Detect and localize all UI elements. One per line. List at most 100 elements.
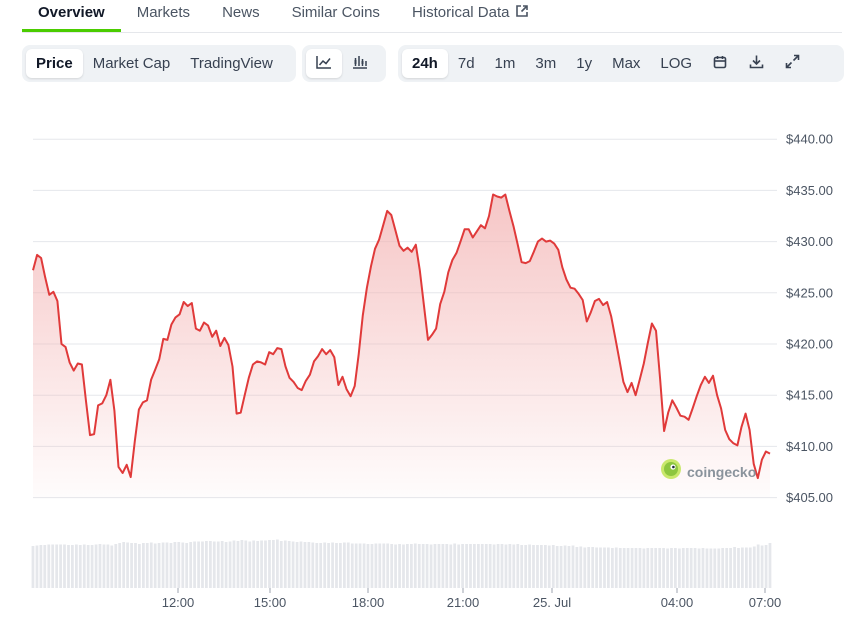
volume-bar [272, 540, 275, 588]
volume-bar [319, 543, 323, 588]
volume-bar [540, 545, 543, 588]
y-tick-label: $435.00 [786, 183, 833, 198]
volume-bar [697, 548, 701, 588]
volume-bar [555, 546, 559, 588]
price-area [33, 194, 770, 498]
volume-bar [212, 541, 216, 588]
volume-bar [366, 544, 370, 588]
y-tick-label: $405.00 [786, 490, 833, 505]
volume-bar [71, 545, 74, 588]
volume-bar [130, 543, 133, 588]
volume-bar [689, 548, 693, 588]
volume-bar [413, 543, 417, 588]
volume-bar [421, 544, 425, 588]
volume-bar [741, 547, 744, 588]
volume-bar [425, 544, 429, 588]
volume-bar [398, 544, 401, 588]
volume-bar [47, 544, 51, 588]
volume-bar [86, 545, 90, 588]
volume-bar [185, 543, 189, 588]
x-tick-label: 15:00 [254, 595, 287, 610]
volume-bar [642, 548, 646, 588]
volume-bar [350, 543, 354, 588]
volume-bar [445, 544, 449, 588]
volume-bar [417, 544, 421, 588]
volume-bar [386, 543, 390, 588]
volume-bar [244, 540, 248, 588]
volume-bar [725, 548, 729, 588]
volume-bar [303, 542, 307, 588]
volume-bar [587, 547, 591, 588]
volume-bar [536, 545, 539, 588]
volume-bar [343, 542, 346, 588]
volume-bar [437, 544, 441, 588]
volume-bar [748, 547, 752, 588]
volume-bar [457, 544, 461, 588]
volume-bar [189, 542, 193, 588]
volume-bar [713, 548, 717, 588]
volume-bar [544, 545, 547, 588]
volume-bar [209, 541, 212, 588]
volume-bar [181, 542, 185, 588]
volume-bar [169, 543, 173, 588]
volume-bar [78, 545, 82, 588]
x-axis: 12:00 15:00 18:00 21:00 25. Jul 04:00 07:00 [162, 588, 781, 610]
volume-bar [678, 548, 681, 588]
volume-bar [82, 544, 86, 588]
volume-bar [311, 542, 315, 588]
volume-bar [524, 545, 528, 588]
volume-bar [327, 543, 330, 588]
volume-bar [626, 548, 630, 588]
volume-bar [55, 544, 59, 588]
volume-bar [236, 541, 240, 588]
volume-bar [693, 548, 697, 588]
x-tick-label: 21:00 [447, 595, 480, 610]
volume-bar [484, 544, 488, 588]
x-tick-label: 18:00 [352, 595, 385, 610]
volume-bar [260, 540, 263, 588]
volume-bar [752, 546, 756, 588]
volume-bar [622, 548, 626, 588]
volume-bar [658, 548, 662, 588]
volume-bar [571, 545, 575, 588]
volume-bar [614, 547, 618, 588]
volume-bar [370, 544, 374, 588]
volume-bar [110, 545, 114, 588]
volume-bar [358, 543, 362, 588]
y-tick-label: $410.00 [786, 439, 833, 454]
volume-bar [500, 544, 504, 588]
volume-bar [106, 544, 110, 588]
volume-bar [295, 542, 299, 588]
volume-bar [477, 544, 480, 588]
y-tick-label: $415.00 [786, 388, 833, 403]
volume-bar [94, 544, 98, 588]
volume-bar [449, 544, 453, 588]
volume-bar [362, 543, 366, 588]
volume-bar [75, 544, 78, 588]
volume-bar [764, 545, 768, 588]
volume-bar [768, 543, 772, 588]
volume-bar [224, 542, 228, 588]
volume-bar [756, 544, 760, 588]
volume-bar [220, 541, 224, 588]
volume-bar [256, 541, 260, 588]
volume-bar [709, 548, 713, 588]
volume-bar [583, 547, 587, 588]
volume-bar [410, 544, 413, 588]
volume-bar [721, 548, 725, 588]
volume-bar [654, 548, 658, 588]
volume-bar [126, 542, 129, 588]
volume-bar [429, 544, 433, 588]
gecko-logo-icon [660, 458, 682, 485]
y-tick-label: $425.00 [786, 285, 833, 300]
volume-bar [291, 541, 295, 588]
volume-bar [193, 541, 196, 588]
volume-bar [717, 548, 721, 588]
volume-bar [729, 548, 732, 588]
volume-bar [634, 548, 638, 588]
volume-bar [516, 544, 520, 588]
volume-bar [63, 544, 66, 588]
volume-bar [469, 544, 472, 588]
price-chart[interactable]: $440.00 $435.00 $430.00 $425.00 $420.00 $415.… [0, 0, 850, 618]
volume-bar [232, 540, 236, 588]
